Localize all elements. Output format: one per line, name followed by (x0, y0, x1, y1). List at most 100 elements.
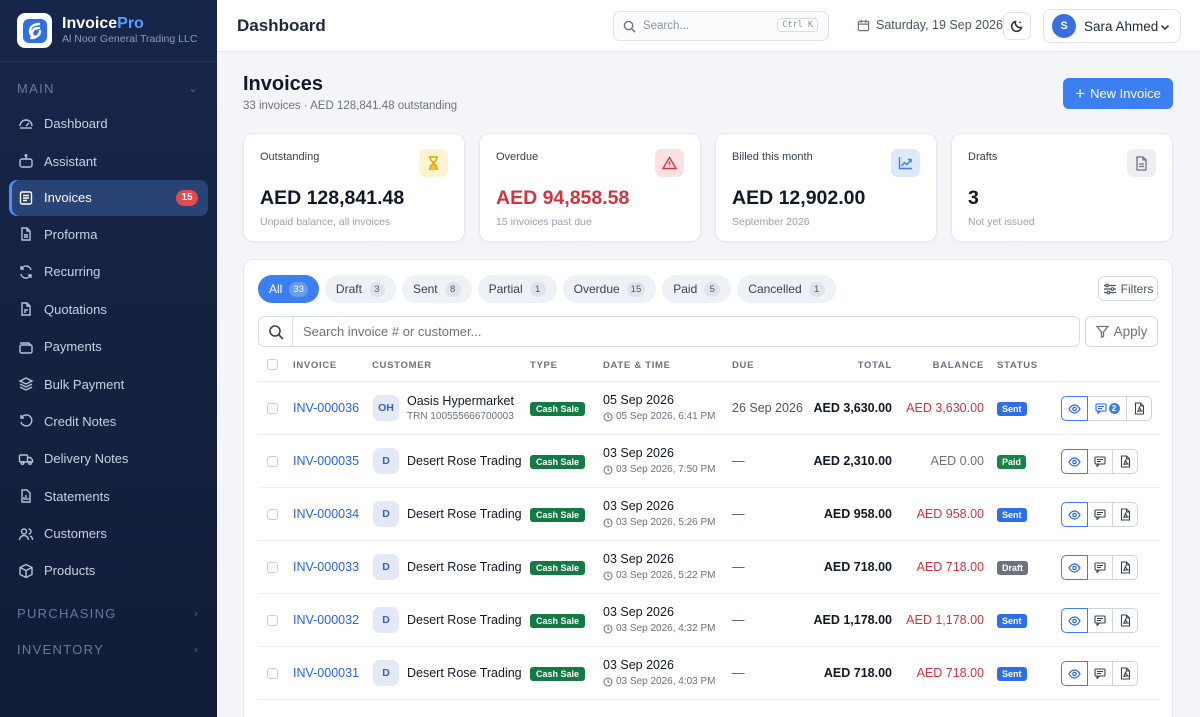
invoice-number-link[interactable]: INV-000033 (293, 560, 359, 574)
row-checkbox[interactable] (267, 456, 278, 467)
sidebar-item-recurring[interactable]: Recurring (0, 253, 217, 290)
select-all-checkbox[interactable] (267, 359, 278, 370)
comments-button[interactable] (1088, 502, 1113, 527)
view-button[interactable] (1061, 661, 1088, 686)
wallet-icon (19, 341, 33, 354)
card-subtitle: September 2026 (732, 216, 810, 228)
theme-toggle-button[interactable] (1003, 12, 1031, 40)
view-button[interactable] (1061, 449, 1088, 474)
row-checkbox[interactable] (267, 403, 278, 414)
table-row[interactable]: INV-000032 D Desert Rose Trading Cash Sa… (258, 594, 1160, 647)
invoice-time: 03 Sep 2026, 4:03 PM (603, 676, 716, 687)
column-type[interactable]: TYPE (530, 360, 558, 371)
chevron-down-icon: ⌄ (188, 82, 199, 95)
sidebar-item-assistant[interactable]: Assistant (0, 142, 217, 179)
sidebar-item-delivery-notes[interactable]: Delivery Notes (0, 440, 217, 477)
pdf-button[interactable] (1113, 555, 1138, 580)
sidebar-item-dashboard[interactable]: Dashboard (0, 105, 217, 142)
invoices-panel: All 33 Draft 3 Sent 8 Partial 1 Overdue 15 Pa… (243, 259, 1173, 717)
sidebar-item-products[interactable]: Products (0, 552, 217, 589)
tab-all[interactable]: All 33 (258, 275, 319, 303)
sidebar-item-proforma[interactable]: Proforma (0, 216, 217, 253)
due-date: — (732, 613, 745, 627)
customer-avatar: D (373, 660, 399, 686)
invoice-search-input[interactable] (293, 317, 1079, 346)
section-inventory[interactable]: INVENTORY › (0, 632, 217, 668)
invoice-number-link[interactable]: INV-000036 (293, 401, 359, 415)
card-subtitle: 15 invoices past due (496, 216, 592, 228)
comment-icon (1094, 509, 1106, 520)
invoice-number-link[interactable]: INV-000031 (293, 666, 359, 680)
comments-button[interactable] (1088, 555, 1113, 580)
type-badge: Cash Sale (530, 508, 586, 522)
column-status[interactable]: STATUS (997, 360, 1038, 371)
pdf-button[interactable] (1113, 608, 1138, 633)
column-invoice[interactable]: INVOICE (293, 360, 337, 371)
comments-button[interactable] (1088, 661, 1113, 686)
filters-button[interactable]: Filters (1098, 276, 1158, 301)
view-button[interactable] (1061, 555, 1088, 580)
sidebar-item-credit-notes[interactable]: Credit Notes (0, 403, 217, 440)
section-purchasing[interactable]: PURCHASING › (0, 596, 217, 632)
sidebar-item-customers[interactable]: Customers (0, 515, 217, 552)
column-balance[interactable]: BALANCE (933, 360, 984, 371)
card-label: Outstanding (260, 151, 320, 163)
table-row[interactable]: INV-000034 D Desert Rose Trading Cash Sa… (258, 488, 1160, 541)
comments-button[interactable] (1088, 608, 1113, 633)
trend-up-icon (891, 149, 920, 177)
sidebar: InvoicePro Al Noor General Trading LLC M… (0, 0, 217, 717)
tab-sent[interactable]: Sent 8 (401, 275, 472, 303)
invoice-number-link[interactable]: INV-000034 (293, 507, 359, 521)
statement-icon (21, 489, 31, 503)
status-badge: Draft (997, 561, 1029, 575)
invoice-number-link[interactable]: INV-000035 (293, 454, 359, 468)
column-customer[interactable]: CUSTOMER (372, 360, 432, 371)
row-checkbox[interactable] (267, 615, 278, 626)
global-search[interactable]: Search... Ctrl K (613, 11, 829, 41)
column-total[interactable]: TOTAL (858, 360, 892, 371)
row-checkbox[interactable] (267, 509, 278, 520)
invoice-number-link[interactable]: INV-000032 (293, 613, 359, 627)
table-row[interactable]: INV-000031 D Desert Rose Trading Cash Sa… (258, 647, 1160, 700)
topbar: Dashboard Search... Ctrl K Saturday, 19 … (217, 0, 1200, 52)
sidebar-item-payments[interactable]: Payments (0, 328, 217, 365)
tab-overdue[interactable]: Overdue 15 (562, 275, 657, 303)
view-button[interactable] (1061, 502, 1088, 527)
pdf-button[interactable] (1127, 396, 1152, 421)
pdf-button[interactable] (1113, 661, 1138, 686)
customer-name: Oasis Hypermarket (407, 394, 514, 408)
pdf-button[interactable] (1113, 449, 1138, 474)
chevron-right-icon: › (194, 643, 199, 656)
sidebar-item-invoices[interactable]: Invoices 15 (9, 179, 208, 216)
row-checkbox[interactable] (267, 668, 278, 679)
clock-icon (603, 677, 613, 686)
tab-partial[interactable]: Partial 1 (477, 275, 557, 303)
tab-count: 1 (808, 281, 825, 297)
table-row[interactable]: INV-000035 D Desert Rose Trading Cash Sa… (258, 435, 1160, 488)
tab-draft[interactable]: Draft 3 (324, 275, 396, 303)
new-invoice-button[interactable]: + New Invoice (1063, 78, 1173, 109)
sidebar-item-statements[interactable]: Statements (0, 478, 217, 515)
robot-icon (19, 154, 33, 168)
table-row[interactable]: INV-000036 OH Oasis Hypermarket TRN 1005… (258, 382, 1160, 435)
tab-cancelled[interactable]: Cancelled 1 (737, 275, 836, 303)
column-due[interactable]: DUE (732, 360, 754, 371)
brand[interactable]: InvoicePro Al Noor General Trading LLC (0, 0, 217, 62)
comments-button[interactable]: 2 (1088, 396, 1127, 421)
tab-paid[interactable]: Paid 5 (662, 275, 732, 303)
row-actions (1061, 608, 1138, 633)
sidebar-item-bulk-payment[interactable]: Bulk Payment (0, 365, 217, 402)
section-main[interactable]: MAIN ⌄ (0, 73, 217, 103)
column-datetime[interactable]: DATE & TIME (603, 360, 671, 371)
view-button[interactable] (1061, 608, 1088, 633)
sidebar-item-quotations[interactable]: Quotations (0, 291, 217, 328)
pdf-button[interactable] (1113, 502, 1138, 527)
comments-button[interactable] (1088, 449, 1113, 474)
apply-button[interactable]: Apply (1085, 316, 1158, 347)
comment-icon (1094, 562, 1106, 573)
user-menu-button[interactable]: S Sara Ahmed (1043, 9, 1181, 43)
view-button[interactable] (1061, 396, 1088, 421)
row-checkbox[interactable] (267, 562, 278, 573)
pdf-icon (1120, 455, 1130, 468)
table-row[interactable]: INV-000033 D Desert Rose Trading Cash Sa… (258, 541, 1160, 594)
